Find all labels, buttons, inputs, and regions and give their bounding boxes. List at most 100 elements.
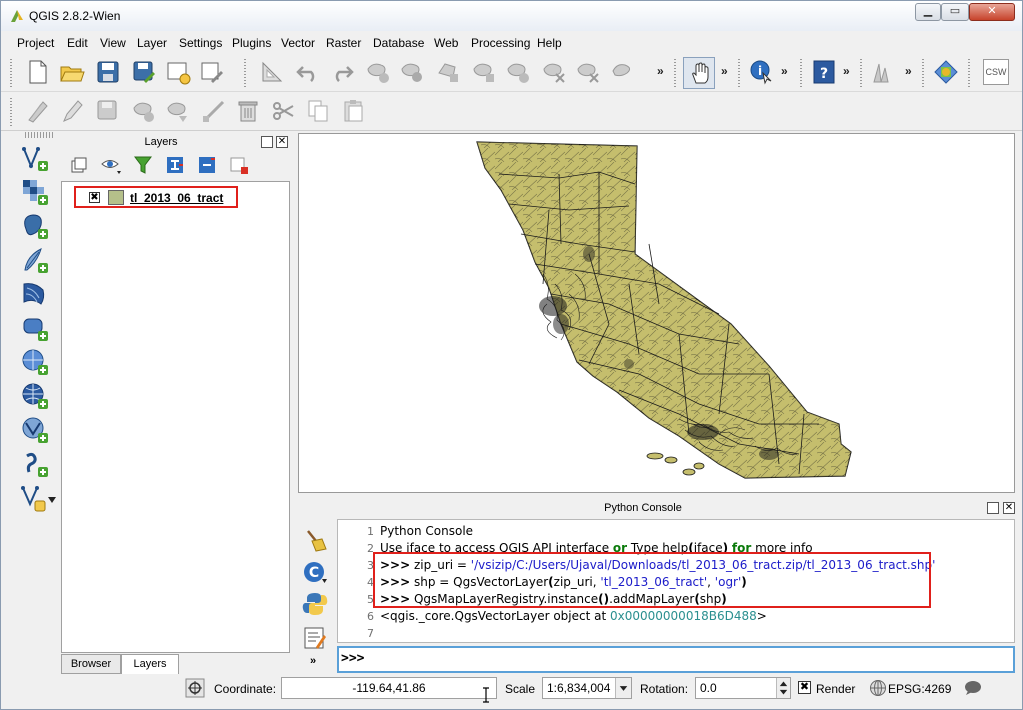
open-project-icon[interactable] xyxy=(59,59,85,85)
new-shapefile-layer-icon[interactable] xyxy=(21,484,49,512)
run-command-python-icon[interactable] xyxy=(302,591,328,617)
toggle-extents-mouse-icon[interactable] xyxy=(185,678,205,698)
toolbar-grip[interactable] xyxy=(241,59,249,87)
manage-visibility-icon[interactable] xyxy=(101,155,123,175)
rotation-spinbox[interactable]: 0.0 xyxy=(695,677,791,699)
spin-arrows-icon[interactable] xyxy=(776,678,790,698)
menu-view[interactable]: View xyxy=(100,36,126,50)
toggle-edit-pencil-icon[interactable] xyxy=(59,98,85,124)
toolbar-overflow-icon[interactable]: » xyxy=(657,64,664,78)
add-raster-layer-icon[interactable] xyxy=(21,178,49,206)
toolbar-grip[interactable] xyxy=(25,132,53,138)
menu-layer[interactable]: Layer xyxy=(137,36,167,50)
messages-bubble-icon[interactable] xyxy=(963,680,983,696)
menu-raster[interactable]: Raster xyxy=(326,36,361,50)
toolbar-grip[interactable] xyxy=(671,59,679,87)
crs-globe-icon[interactable] xyxy=(869,679,887,697)
save-as-icon[interactable] xyxy=(131,59,157,85)
raster-histogram-icon[interactable] xyxy=(871,59,897,85)
layer-visibility-checkbox[interactable]: ✖ xyxy=(89,192,100,203)
toggle-editing-icon[interactable] xyxy=(259,59,285,85)
label-tool-icon[interactable] xyxy=(609,59,635,85)
undo-icon[interactable] xyxy=(295,59,321,85)
composer-manager-icon[interactable] xyxy=(199,59,225,85)
toolbar-overflow-icon[interactable]: » xyxy=(310,655,316,667)
save-layer-edits-icon[interactable] xyxy=(95,98,121,124)
delete-selected-trash-icon[interactable] xyxy=(235,98,261,124)
add-wcs-layer-icon[interactable] xyxy=(21,382,49,410)
clear-console-broom-icon[interactable] xyxy=(302,527,328,553)
toolbar-overflow-icon[interactable]: » xyxy=(721,64,728,78)
close-button[interactable]: ✕ xyxy=(969,3,1015,21)
layer-name[interactable]: tl_2013_06_tract xyxy=(130,191,223,205)
render-checkbox[interactable]: ✖ xyxy=(798,681,811,694)
toolbar-grip[interactable] xyxy=(735,59,743,87)
menu-edit[interactable]: Edit xyxy=(67,36,88,50)
expand-all-icon[interactable] xyxy=(165,155,185,175)
remove-layer-icon[interactable] xyxy=(229,155,249,175)
import-class-icon[interactable]: C xyxy=(302,559,328,585)
add-oracle-layer-icon[interactable] xyxy=(21,314,49,342)
toolbar-grip[interactable] xyxy=(965,59,973,87)
toolbar-overflow-icon[interactable]: » xyxy=(905,64,912,78)
python-console-input[interactable]: >>> xyxy=(337,646,1015,673)
float-console-button[interactable] xyxy=(987,502,999,514)
scale-combobox[interactable]: 1:6,834,004 xyxy=(542,677,632,699)
pan-tool-button[interactable] xyxy=(683,57,715,89)
cut-scissors-icon[interactable] xyxy=(271,98,297,124)
add-mssql-layer-icon[interactable] xyxy=(21,280,49,308)
close-console-button[interactable]: ✕ xyxy=(1003,502,1015,514)
add-polygon-icon[interactable] xyxy=(131,98,157,124)
add-feature-icon[interactable] xyxy=(365,59,391,85)
cut-features-icon[interactable] xyxy=(505,59,531,85)
add-group-icon[interactable] xyxy=(69,155,89,175)
menu-web[interactable]: Web xyxy=(434,36,458,50)
add-wms-layer-icon[interactable] xyxy=(21,348,49,376)
menu-help[interactable]: Help xyxy=(537,36,562,50)
menu-processing[interactable]: Processing xyxy=(471,36,530,50)
plugins-icon[interactable] xyxy=(933,59,959,85)
copy-icon[interactable] xyxy=(305,98,331,124)
redo-icon[interactable] xyxy=(329,59,355,85)
epsg-label[interactable]: EPSG:4269 xyxy=(888,682,951,696)
filter-legend-icon[interactable] xyxy=(133,155,153,175)
show-editor-icon[interactable] xyxy=(302,625,328,651)
node-tool-icon[interactable] xyxy=(435,59,461,85)
paste-features-icon[interactable] xyxy=(575,59,601,85)
toolbar-grip[interactable] xyxy=(857,59,865,87)
paste-icon[interactable] xyxy=(341,98,367,124)
csw-button[interactable]: CSW xyxy=(983,59,1009,85)
layers-tree[interactable]: ✖ tl_2013_06_tract xyxy=(61,181,290,653)
copy-features-icon[interactable] xyxy=(541,59,567,85)
help-icon[interactable]: ? xyxy=(811,59,837,85)
tab-layers[interactable]: Layers xyxy=(121,654,179,674)
add-spatialite-layer-icon[interactable] xyxy=(21,246,49,274)
identify-features-icon[interactable]: i xyxy=(749,59,775,85)
move-feature-icon[interactable] xyxy=(399,59,425,85)
add-vector-layer-icon[interactable] xyxy=(21,144,49,172)
toolbar-grip[interactable] xyxy=(919,59,927,87)
menu-project[interactable]: Project xyxy=(17,36,54,50)
toolbar-grip[interactable] xyxy=(7,98,15,126)
add-postgis-layer-icon[interactable] xyxy=(21,212,49,240)
delete-selected-icon[interactable] xyxy=(471,59,497,85)
menu-database[interactable]: Database xyxy=(373,36,424,50)
layer-tree-item[interactable]: ✖ tl_2013_06_tract xyxy=(74,186,238,208)
menu-plugins[interactable]: Plugins xyxy=(232,36,271,50)
new-print-composer-icon[interactable] xyxy=(165,59,191,85)
collapse-all-icon[interactable] xyxy=(197,155,217,175)
float-panel-button[interactable] xyxy=(261,136,273,148)
dropdown-arrow-icon[interactable] xyxy=(47,496,57,504)
close-panel-button[interactable]: ✕ xyxy=(276,136,288,148)
add-delimited-text-layer-icon[interactable] xyxy=(21,450,49,478)
menu-settings[interactable]: Settings xyxy=(179,36,222,50)
toolbar-overflow-icon[interactable]: » xyxy=(781,64,788,78)
minimize-button[interactable]: ▁ xyxy=(915,3,941,21)
tab-browser[interactable]: Browser xyxy=(61,654,121,674)
toolbar-grip[interactable] xyxy=(797,59,805,87)
current-edits-icon[interactable] xyxy=(25,98,51,124)
move-polygon-icon[interactable] xyxy=(165,98,191,124)
node-edit-icon[interactable] xyxy=(201,98,227,124)
chevron-down-icon[interactable] xyxy=(615,678,631,698)
toolbar-grip[interactable] xyxy=(7,59,15,87)
